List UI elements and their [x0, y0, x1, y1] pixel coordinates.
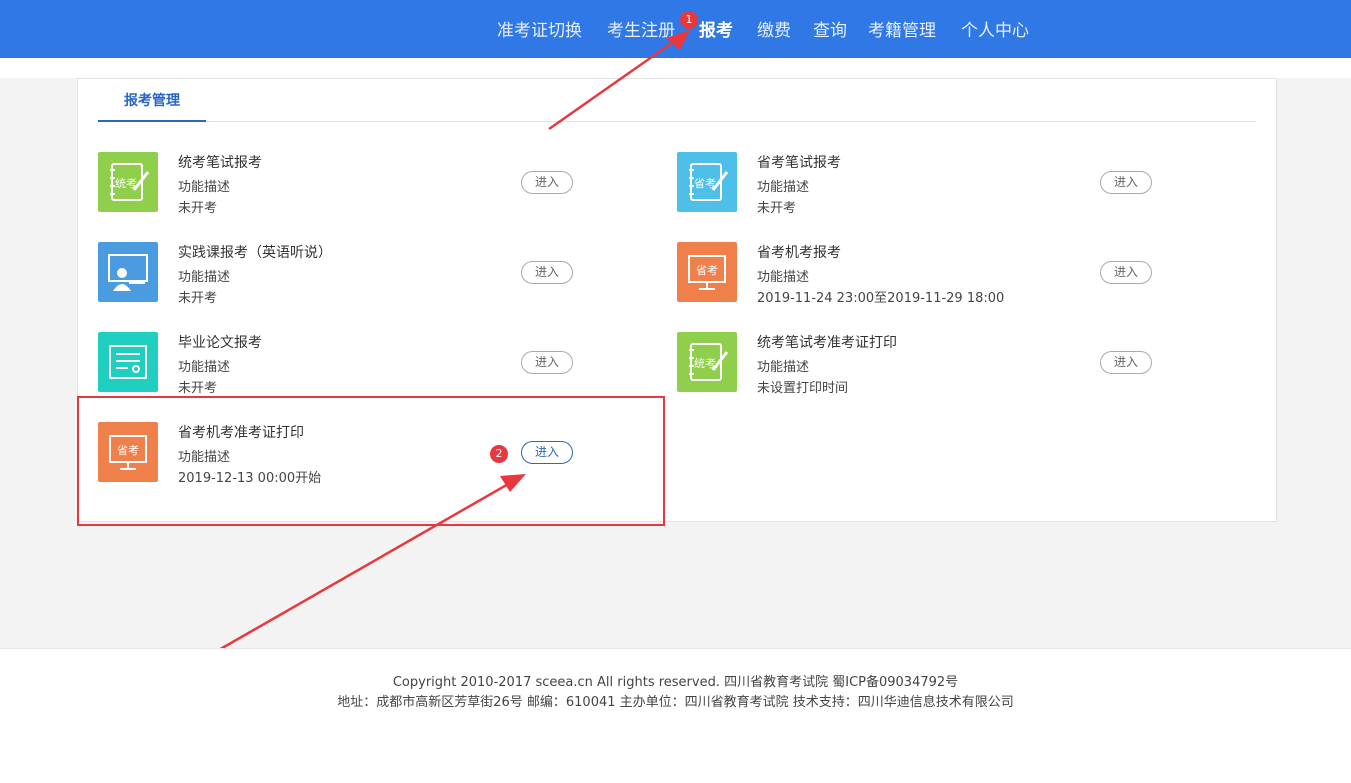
highlight-box: [77, 396, 665, 526]
card-status: 未设置打印时间: [757, 381, 849, 396]
enter-button[interactable]: 进入: [521, 351, 573, 374]
nav-item-records[interactable]: 考籍管理: [868, 16, 936, 41]
card-title: 省考笔试报考: [757, 155, 841, 171]
step-badge-1: 1: [680, 11, 698, 29]
card-status: 2019-11-24 23:00至2019-11-29 18:00: [757, 291, 1005, 306]
card-description: 功能描述: [178, 270, 231, 285]
card-description: 功能描述: [757, 360, 810, 375]
enter-button[interactable]: 进入: [1100, 351, 1152, 374]
svg-text:省考: 省考: [694, 177, 716, 190]
enter-button[interactable]: 进入: [521, 261, 573, 284]
svg-text:统考: 统考: [694, 357, 716, 370]
svg-text:省考: 省考: [696, 264, 718, 277]
footer: Copyright 2010-2017 sceea.cn All rights …: [0, 648, 1351, 783]
nav-item-apply-exam[interactable]: 报考: [699, 16, 733, 41]
footer-copyright: Copyright 2010-2017 sceea.cn All rights …: [392, 675, 959, 690]
nav-item-payment[interactable]: 缴费: [757, 16, 791, 41]
card-provincial-computer-exam: 省考 省考机考报考 功能描述 2019-11-24 23:00至2019-11-…: [677, 242, 1157, 306]
card-provincial-written-exam: 省考 省考笔试报考 功能描述 未开考 进入: [677, 152, 1157, 216]
card-title: 毕业论文报考: [178, 335, 262, 351]
card-description: 功能描述: [757, 180, 810, 195]
card-title: 实践课报考（英语听说）: [178, 245, 332, 261]
tongkao-book-icon: 统考: [98, 152, 158, 212]
card-description: 功能描述: [178, 180, 231, 195]
card-title: 省考机考报考: [757, 245, 841, 261]
svg-text:统考: 统考: [115, 177, 137, 190]
nav-item-query[interactable]: 查询: [813, 16, 847, 41]
card-unified-written-exam: 统考 统考笔试报考 功能描述 未开考 进入: [98, 152, 578, 216]
card-status: 未开考: [178, 201, 218, 216]
step-badge-2: 2: [490, 445, 508, 463]
card-description: 功能描述: [757, 270, 810, 285]
card-status: 未开考: [178, 291, 218, 306]
card-title: 统考笔试考准考证打印: [757, 335, 897, 351]
top-navigation-bar: 准考证切换 考生注册 报考 缴费 查询 考籍管理 个人中心: [0, 0, 1351, 58]
card-practical-course-exam: 实践课报考（英语听说） 功能描述 未开考 进入: [98, 242, 578, 306]
tongkao-book-icon: 统考: [677, 332, 737, 392]
certificate-icon: [98, 332, 158, 392]
nav-item-admission-switch[interactable]: 准考证切换: [497, 16, 582, 41]
card-graduation-thesis: 毕业论文报考 功能描述 未开考 进入: [98, 332, 578, 396]
tab-divider: [98, 121, 1256, 122]
card-unified-admission-print: 统考 统考笔试考准考证打印 功能描述 未设置打印时间 进入: [677, 332, 1157, 396]
enter-button[interactable]: 进入: [1100, 261, 1152, 284]
tab-exam-management[interactable]: 报考管理: [98, 91, 206, 122]
nav-item-registration[interactable]: 考生注册: [607, 16, 675, 41]
card-description: 功能描述: [178, 360, 231, 375]
card-status: 未开考: [757, 201, 797, 216]
shengkao-book-icon: 省考: [677, 152, 737, 212]
footer-address: 地址：成都市高新区芳草街26号 邮编：610041 主办单位：四川省教育考试院 …: [337, 695, 1014, 710]
nav-item-personal-center[interactable]: 个人中心: [961, 16, 1029, 41]
teacher-board-icon: [98, 242, 158, 302]
enter-button[interactable]: 进入: [1100, 171, 1152, 194]
enter-button[interactable]: 进入: [521, 171, 573, 194]
card-title: 统考笔试报考: [178, 155, 262, 171]
header-spacer: [0, 58, 1351, 78]
card-status: 未开考: [178, 381, 218, 396]
shengkao-monitor-icon: 省考: [677, 242, 737, 302]
